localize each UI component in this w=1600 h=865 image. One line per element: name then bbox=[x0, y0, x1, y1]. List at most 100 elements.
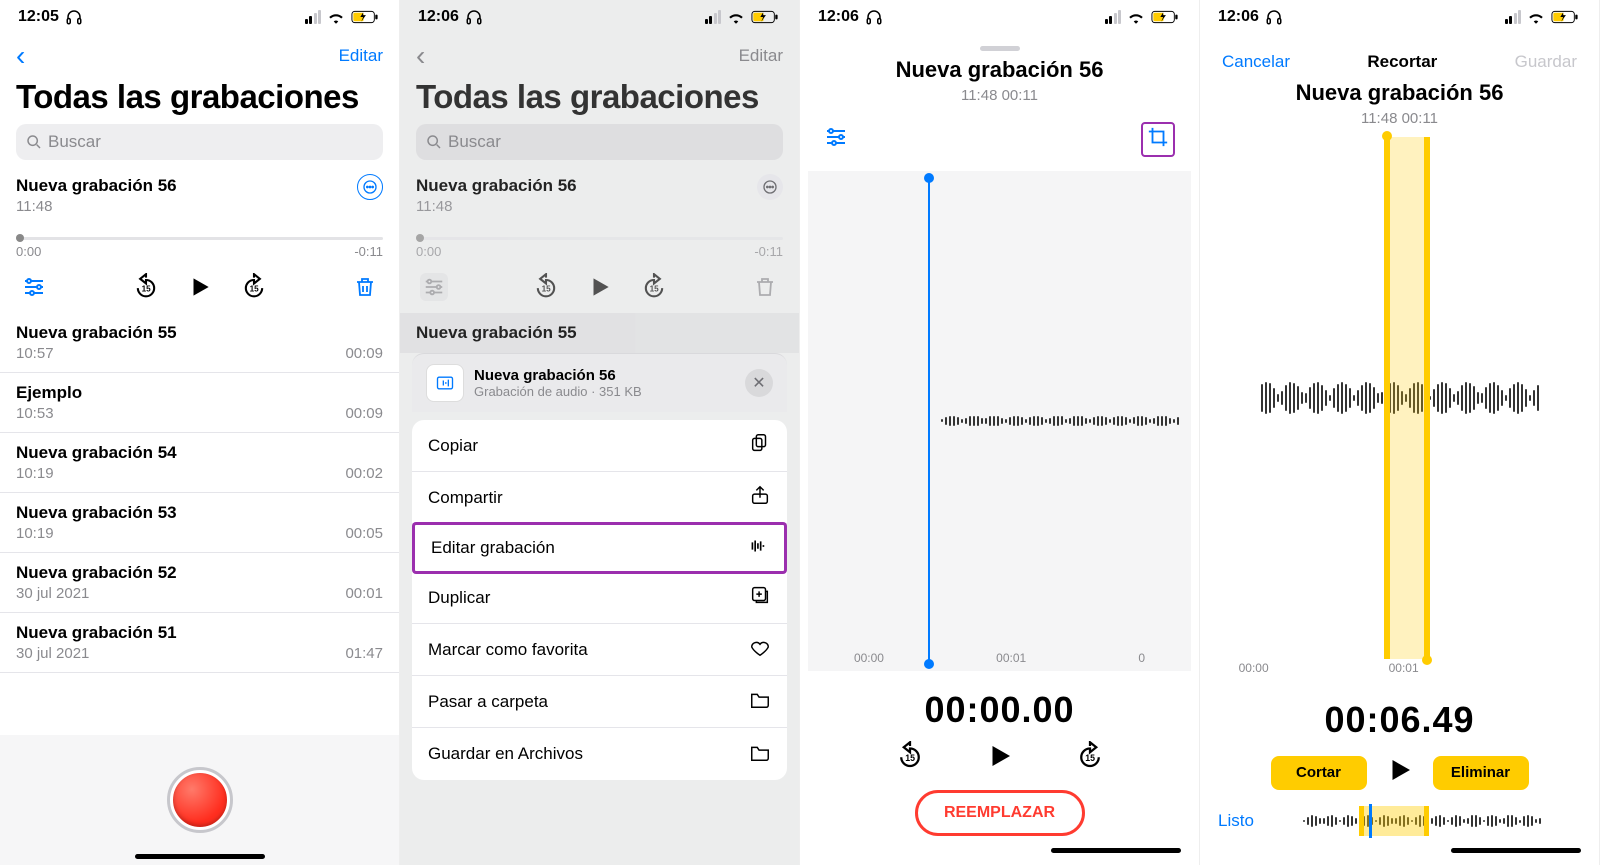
edit-button[interactable]: Editar bbox=[339, 46, 383, 66]
recording-title: Nueva grabación 56 bbox=[16, 176, 383, 196]
headphones-icon bbox=[465, 8, 483, 26]
forward-15-button[interactable]: 15 bbox=[1075, 741, 1105, 776]
editor-title: Nueva grabación 56 bbox=[818, 57, 1181, 83]
recording-subtitle: 10:57 bbox=[16, 345, 54, 362]
record-button[interactable] bbox=[170, 770, 230, 830]
action-guardar-en-archivos[interactable]: Guardar en Archivos bbox=[412, 728, 787, 780]
play-button[interactable] bbox=[1385, 755, 1415, 790]
crop-icon bbox=[1147, 126, 1169, 148]
search-input[interactable]: Buscar bbox=[16, 124, 383, 160]
search-input[interactable]: Buscar bbox=[416, 124, 783, 160]
play-button[interactable] bbox=[186, 273, 214, 301]
playhead[interactable] bbox=[928, 177, 930, 665]
cancel-button[interactable]: Cancelar bbox=[1222, 52, 1290, 72]
svg-text:15: 15 bbox=[541, 285, 551, 294]
forward-15-icon: 15 bbox=[1075, 741, 1105, 771]
back-button[interactable]: ‹ bbox=[416, 42, 425, 70]
recording-title: Nueva grabación 51 bbox=[16, 623, 383, 643]
wifi-icon bbox=[727, 10, 745, 24]
action-compartir[interactable]: Compartir bbox=[412, 472, 787, 524]
enhance-button[interactable] bbox=[824, 125, 848, 154]
forward-15-button[interactable]: 15 bbox=[240, 273, 268, 301]
delete-button[interactable] bbox=[351, 273, 379, 301]
play-icon bbox=[187, 274, 213, 300]
nav-bar: ‹ Editar bbox=[400, 34, 799, 78]
clock: 12:05 bbox=[18, 8, 59, 26]
ellipsis-icon bbox=[762, 179, 778, 195]
editor-controls: 15 15 bbox=[818, 741, 1181, 776]
time-ticks: 00:0000:01 bbox=[1239, 661, 1419, 675]
action-icon bbox=[746, 535, 768, 562]
waveform-area[interactable]: document.write(Array.from({length:60},(_… bbox=[808, 171, 1191, 671]
screen-trim: 12:06 Cancelar Recortar Guardar Nueva gr… bbox=[1200, 0, 1600, 865]
action-label: Editar grabación bbox=[431, 538, 555, 558]
more-options-button[interactable] bbox=[757, 174, 783, 200]
action-pasar-a-carpeta[interactable]: Pasar a carpeta bbox=[412, 676, 787, 728]
edit-button[interactable]: Editar bbox=[739, 46, 783, 66]
options-button[interactable] bbox=[20, 273, 48, 301]
trim-selection[interactable] bbox=[1384, 137, 1430, 659]
home-indicator[interactable] bbox=[1451, 848, 1581, 853]
signal-icon bbox=[705, 10, 722, 24]
editor-subtitle: 11:48 00:11 bbox=[1218, 110, 1581, 127]
more-options-button[interactable] bbox=[357, 174, 383, 200]
trim-controls: Cortar Eliminar bbox=[1218, 755, 1581, 790]
recording-row[interactable]: Nueva grabación 5510:5700:09 bbox=[0, 313, 399, 373]
action-marcar-como-favorita[interactable]: Marcar como favorita bbox=[412, 624, 787, 676]
playback-scrubber[interactable] bbox=[16, 237, 383, 240]
waveform: document.write(Array.from({length:60},(_… bbox=[941, 416, 1179, 427]
trim-title: Recortar bbox=[1367, 52, 1437, 72]
action-duplicar[interactable]: Duplicar bbox=[412, 572, 787, 624]
rewind-15-button[interactable]: 15 bbox=[895, 741, 925, 776]
recording-row[interactable]: Nueva grabación 5130 jul 202101:47 bbox=[0, 613, 399, 673]
battery-charging-icon bbox=[751, 10, 779, 24]
replace-button[interactable]: REEMPLAZAR bbox=[915, 790, 1085, 836]
headphones-icon bbox=[1265, 8, 1283, 26]
action-editar-grabación[interactable]: Editar grabación bbox=[412, 522, 787, 574]
save-button: Guardar bbox=[1515, 52, 1577, 72]
recording-title: Nueva grabación 55 bbox=[16, 323, 383, 343]
time-ticks: 00:0000:010 bbox=[854, 651, 1145, 665]
close-sheet-button[interactable]: ✕ bbox=[745, 369, 773, 397]
recording-row[interactable]: Nueva grabación 5310:1900:05 bbox=[0, 493, 399, 553]
forward-15-icon: 15 bbox=[640, 273, 668, 301]
trim-button[interactable] bbox=[1141, 122, 1175, 157]
sheet-header: Nueva grabación 56 Grabación de audio · … bbox=[412, 353, 787, 412]
back-button[interactable]: ‹ bbox=[16, 42, 25, 70]
rewind-15-button[interactable]: 15 bbox=[132, 273, 160, 301]
recording-row[interactable]: Nueva grabación 5410:1900:02 bbox=[0, 433, 399, 493]
cut-button[interactable]: Cortar bbox=[1271, 756, 1367, 790]
wifi-icon bbox=[1127, 10, 1145, 24]
home-indicator[interactable] bbox=[1051, 848, 1181, 853]
grabber[interactable] bbox=[980, 46, 1020, 51]
status-bar: 12:06 bbox=[800, 0, 1199, 34]
svg-text:15: 15 bbox=[649, 285, 659, 294]
editor-title: Nueva grabación 56 bbox=[1218, 80, 1581, 106]
sliders-icon bbox=[824, 125, 848, 149]
action-copiar[interactable]: Copiar bbox=[412, 420, 787, 472]
play-icon bbox=[985, 741, 1015, 771]
done-button[interactable]: Listo bbox=[1218, 811, 1254, 831]
play-button bbox=[586, 273, 614, 301]
play-button[interactable] bbox=[985, 741, 1015, 776]
options-button bbox=[420, 273, 448, 301]
action-icon bbox=[749, 636, 771, 663]
recording-subtitle: 30 jul 2021 bbox=[16, 645, 89, 662]
recording-row-selected[interactable]: Nueva grabación 56 11:48 bbox=[0, 166, 399, 225]
trim-waveform-area[interactable]: document.write(Array.from({length:70},(_… bbox=[1208, 133, 1591, 681]
wifi-icon bbox=[327, 10, 345, 24]
time-remaining: -0:11 bbox=[754, 244, 783, 259]
recording-row[interactable]: Ejemplo10:5300:09 bbox=[0, 373, 399, 433]
rewind-15-icon: 15 bbox=[132, 273, 160, 301]
recording-row[interactable]: Nueva grabación 5230 jul 202100:01 bbox=[0, 553, 399, 613]
mini-timeline[interactable]: document.write(Array.from({length:60},(_… bbox=[1264, 806, 1581, 836]
headphones-icon bbox=[65, 8, 83, 26]
scrubber-thumb[interactable] bbox=[16, 234, 24, 242]
sliders-icon bbox=[22, 275, 46, 299]
home-indicator[interactable] bbox=[135, 854, 265, 859]
clock: 12:06 bbox=[1218, 8, 1259, 26]
delete-selection-button[interactable]: Eliminar bbox=[1433, 756, 1529, 790]
screen-recordings-list: 12:05 ‹ Editar Todas las grabaciones Bus… bbox=[0, 0, 400, 865]
mini-playhead[interactable] bbox=[1369, 804, 1372, 838]
recording-subtitle: 10:19 bbox=[16, 465, 54, 482]
